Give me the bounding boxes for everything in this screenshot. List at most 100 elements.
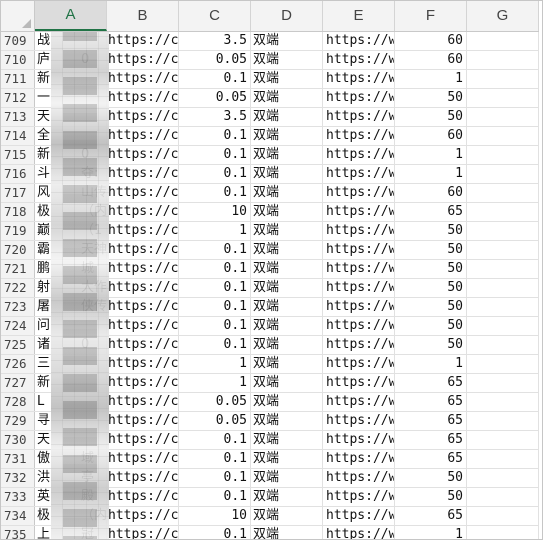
cell-g[interactable] — [467, 70, 539, 88]
cell-b[interactable]: https://c — [107, 488, 179, 506]
cell-f[interactable]: 65 — [395, 393, 467, 411]
cell-g[interactable] — [467, 355, 539, 373]
cell-g[interactable] — [467, 203, 539, 221]
cell-f[interactable]: 60 — [395, 127, 467, 145]
cell-c[interactable]: 3.5 — [179, 32, 251, 50]
cell-g[interactable] — [467, 184, 539, 202]
cell-e[interactable]: https://w — [323, 203, 395, 221]
cell-c[interactable]: 0.05 — [179, 51, 251, 69]
cell-f[interactable]: 1 — [395, 526, 467, 539]
cell-g[interactable] — [467, 393, 539, 411]
cell-a[interactable]: 英殿 — [35, 488, 107, 506]
cell-e[interactable]: https://w — [323, 317, 395, 335]
cell-b[interactable]: https://c — [107, 507, 179, 525]
row-number[interactable]: 714 — [1, 127, 35, 145]
cell-b[interactable]: https://c — [107, 355, 179, 373]
cell-e[interactable]: https://w — [323, 298, 395, 316]
cell-g[interactable] — [467, 526, 539, 539]
cell-g[interactable] — [467, 279, 539, 297]
cell-b[interactable]: https://c — [107, 526, 179, 539]
cell-b[interactable]: https://c — [107, 51, 179, 69]
cell-d[interactable]: 双端 — [251, 469, 323, 487]
cell-b[interactable]: https://c — [107, 127, 179, 145]
row-number[interactable]: 727 — [1, 374, 35, 392]
cell-d[interactable]: 双端 — [251, 298, 323, 316]
cell-c[interactable]: 0.1 — [179, 260, 251, 278]
cell-c[interactable]: 0.1 — [179, 450, 251, 468]
cell-c[interactable]: 0.05 — [179, 412, 251, 430]
cell-e[interactable]: https://w — [323, 222, 395, 240]
cell-e[interactable]: https://w — [323, 184, 395, 202]
cell-f[interactable]: 60 — [395, 184, 467, 202]
cell-f[interactable]: 50 — [395, 222, 467, 240]
cell-e[interactable]: https://w — [323, 146, 395, 164]
cell-e[interactable]: https://w — [323, 469, 395, 487]
cell-d[interactable]: 双端 — [251, 70, 323, 88]
cell-b[interactable]: https://c — [107, 203, 179, 221]
cell-c[interactable]: 0.1 — [179, 70, 251, 88]
cell-a[interactable]: 鹏城 — [35, 260, 107, 278]
row-number[interactable]: 719 — [1, 222, 35, 240]
row-number[interactable]: 725 — [1, 336, 35, 354]
cell-c[interactable]: 0.1 — [179, 431, 251, 449]
cell-a[interactable]: 霸 天神 — [35, 241, 107, 259]
column-header-f[interactable]: F — [395, 1, 467, 31]
cell-b[interactable]: https://c — [107, 431, 179, 449]
cell-d[interactable]: 双端 — [251, 184, 323, 202]
cell-e[interactable]: https://w — [323, 374, 395, 392]
cell-b[interactable]: https://c — [107, 260, 179, 278]
cell-e[interactable]: https://w — [323, 70, 395, 88]
cell-a[interactable]: 战 — [35, 32, 107, 50]
cell-e[interactable]: https://w — [323, 108, 395, 126]
cell-f[interactable]: 65 — [395, 412, 467, 430]
cell-e[interactable]: https://w — [323, 89, 395, 107]
row-number[interactable]: 716 — [1, 165, 35, 183]
cell-a[interactable]: 极 （内 — [35, 203, 107, 221]
row-number[interactable]: 722 — [1, 279, 35, 297]
cell-c[interactable]: 0.1 — [179, 298, 251, 316]
cell-a[interactable]: 洪亭 — [35, 469, 107, 487]
cell-b[interactable]: https://c — [107, 32, 179, 50]
cell-f[interactable]: 1 — [395, 355, 467, 373]
cell-f[interactable]: 50 — [395, 108, 467, 126]
cell-b[interactable]: https://c — [107, 184, 179, 202]
cell-c[interactable]: 0.1 — [179, 146, 251, 164]
row-number[interactable]: 721 — [1, 260, 35, 278]
cell-f[interactable]: 50 — [395, 260, 467, 278]
cell-b[interactable]: https://c — [107, 469, 179, 487]
cell-a[interactable]: 庐0 — [35, 51, 107, 69]
cell-e[interactable]: https://w — [323, 51, 395, 69]
cell-c[interactable]: 10 — [179, 203, 251, 221]
row-number[interactable]: 724 — [1, 317, 35, 335]
cell-c[interactable]: 0.1 — [179, 336, 251, 354]
cell-e[interactable]: https://w — [323, 241, 395, 259]
cell-b[interactable]: https://c — [107, 70, 179, 88]
cell-f[interactable]: 50 — [395, 317, 467, 335]
cell-f[interactable]: 1 — [395, 70, 467, 88]
cell-c[interactable]: 0.1 — [179, 469, 251, 487]
cell-e[interactable]: https://w — [323, 165, 395, 183]
cell-d[interactable]: 双端 — [251, 165, 323, 183]
column-header-e[interactable]: E — [323, 1, 395, 31]
cell-a[interactable]: 天 — [35, 431, 107, 449]
cell-c[interactable]: 1 — [179, 374, 251, 392]
cell-b[interactable]: https://c — [107, 241, 179, 259]
row-number[interactable]: 728 — [1, 393, 35, 411]
cell-a[interactable]: 新0 — [35, 146, 107, 164]
cell-b[interactable]: https://c — [107, 108, 179, 126]
cell-g[interactable] — [467, 51, 539, 69]
cell-g[interactable] — [467, 374, 539, 392]
cell-f[interactable]: 50 — [395, 241, 467, 259]
cell-d[interactable]: 双端 — [251, 222, 323, 240]
row-number[interactable]: 723 — [1, 298, 35, 316]
cell-b[interactable]: https://c — [107, 298, 179, 316]
cell-c[interactable]: 0.1 — [179, 279, 251, 297]
cell-f[interactable]: 50 — [395, 336, 467, 354]
cell-b[interactable]: https://c — [107, 146, 179, 164]
select-all-corner[interactable] — [1, 1, 35, 31]
cell-a[interactable]: 上冠 — [35, 526, 107, 539]
cell-d[interactable]: 双端 — [251, 336, 323, 354]
cell-g[interactable] — [467, 488, 539, 506]
row-number[interactable]: 734 — [1, 507, 35, 525]
cell-a[interactable]: 一 — [35, 89, 107, 107]
